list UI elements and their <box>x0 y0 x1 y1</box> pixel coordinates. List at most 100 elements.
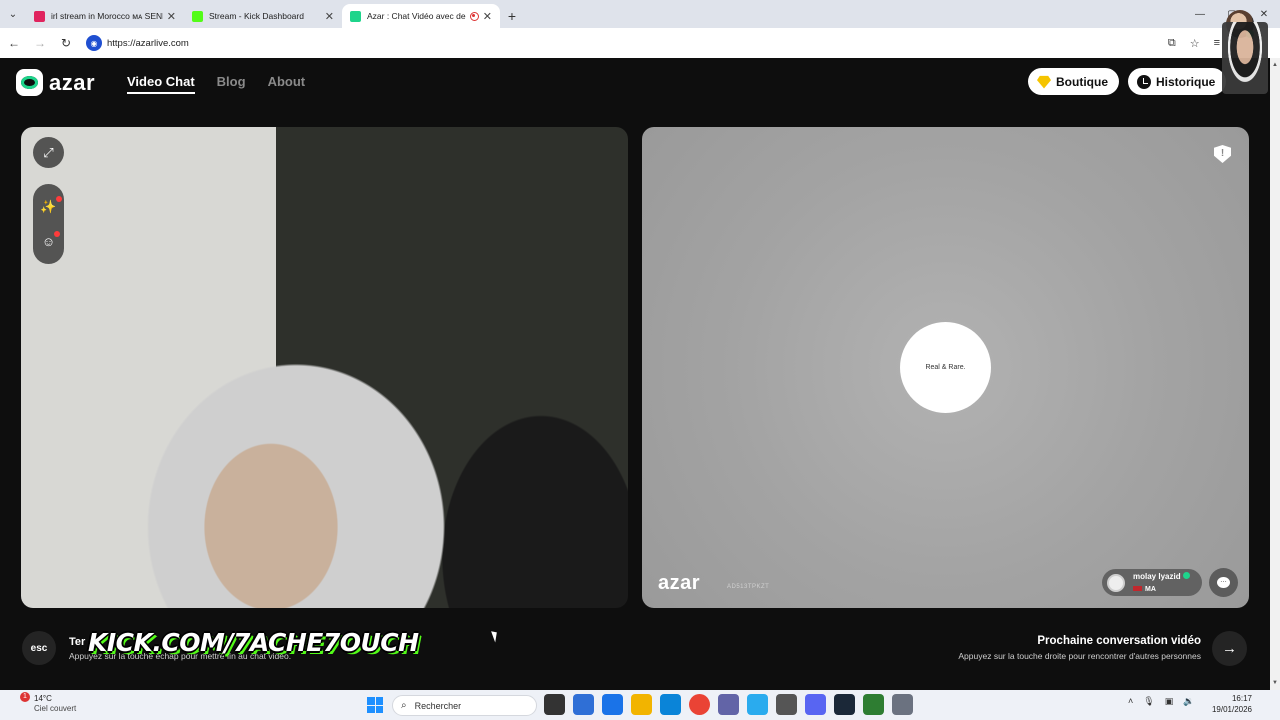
weather-widget[interactable]: 1 14°C Ciel couvert <box>20 692 77 714</box>
network-icon[interactable]: ▣ <box>1165 696 1174 707</box>
pinned-app-icon[interactable] <box>544 694 565 715</box>
forward-button[interactable]: → <box>28 36 52 50</box>
partner-avatar <box>1107 573 1125 592</box>
tab-close-icon[interactable]: ✕ <box>483 10 492 23</box>
azar-favicon-icon <box>350 10 361 22</box>
taskbar-clock[interactable]: 16:17 19/01/2026 <box>1208 693 1252 715</box>
tray-overflow-icon[interactable]: ˄ <box>1128 696 1133 707</box>
loader-text: Real & Rare. <box>925 364 966 371</box>
pinned-app-icon[interactable] <box>776 694 797 715</box>
pinned-app-icon[interactable] <box>892 694 913 715</box>
pinned-app-icon[interactable] <box>573 694 594 715</box>
reading-list-icon[interactable]: ≡ <box>1214 37 1220 49</box>
pinned-app-icon[interactable] <box>631 694 652 715</box>
tab-kick-dashboard[interactable]: Stream - Kick Dashboard ✕ <box>184 4 342 28</box>
windows-taskbar: 1 14°C Ciel couvert ⌕ Rechercher ˄ 🎙 ▣ 🔉… <box>0 690 1280 720</box>
tab-search-button[interactable]: ⌄ <box>0 0 26 28</box>
end-chat-title: Ter <box>69 636 86 648</box>
fullscreen-button[interactable]: ⤢ <box>33 137 64 168</box>
azar-logo-icon <box>16 69 43 96</box>
gem-icon <box>1037 75 1051 89</box>
url-field[interactable]: ◉ https://azarlive.com <box>86 35 189 51</box>
next-chat-title: Prochaine conversation vidéo <box>1037 635 1201 647</box>
tab-title: Azar : Chat Vidéo avec de n <box>367 11 466 21</box>
pinned-app-icon[interactable] <box>805 694 826 715</box>
bookmark-star-icon[interactable]: ☆ <box>1190 37 1200 50</box>
pinned-app-icon[interactable] <box>834 694 855 715</box>
historique-label: Historique <box>1156 74 1216 89</box>
weather-description: Ciel couvert <box>34 704 77 713</box>
scroll-down-icon[interactable]: ▼ <box>1270 678 1280 688</box>
site-info-icon[interactable]: ◉ <box>86 35 102 51</box>
boutique-button[interactable]: Boutique <box>1028 68 1119 95</box>
tab-close-icon[interactable]: ✕ <box>167 10 176 23</box>
matching-loader: Real & Rare. <box>900 322 991 413</box>
chat-bubble-icon: … <box>1217 577 1230 588</box>
microphone-icon[interactable]: 🎙 <box>1143 696 1154 707</box>
address-bar-actions: ⧉ ☆ ≡ <box>1168 28 1220 58</box>
azar-header: azar Video Chat Blog About Boutique Hist… <box>0 58 1270 108</box>
tab-title: irl stream in Morocco ᴍᴀ SENE <box>51 11 163 21</box>
back-button[interactable]: ← <box>2 36 26 50</box>
recording-icon <box>469 11 479 21</box>
historique-button[interactable]: Historique <box>1128 68 1227 95</box>
windows-start-icon[interactable] <box>367 697 383 713</box>
mouse-cursor-icon <box>491 629 500 643</box>
pinned-app-icon[interactable] <box>660 694 681 715</box>
browser-tab-bar: ⌄ irl stream in Morocco ᴍᴀ SENE ✕ Stream… <box>0 0 1280 28</box>
next-chat-button[interactable]: → <box>1212 631 1247 666</box>
nav-video-chat[interactable]: Video Chat <box>127 74 195 94</box>
tab-irl-stream[interactable]: irl stream in Morocco ᴍᴀ SENE ✕ <box>26 4 184 28</box>
remote-azar-watermark: azar <box>658 572 701 594</box>
kick-favicon-icon <box>192 10 203 22</box>
logo-text: azar <box>49 69 96 95</box>
nav-blog[interactable]: Blog <box>217 74 246 94</box>
partner-info: molay lyazid MA <box>1133 570 1190 595</box>
open-chat-button[interactable]: … <box>1209 568 1238 597</box>
partner-profile-chip[interactable]: molay lyazid MA <box>1102 569 1202 596</box>
new-tab-button[interactable]: + <box>500 4 524 28</box>
pinned-apps <box>544 694 913 715</box>
sticker-icon[interactable]: ☺ <box>42 230 61 249</box>
install-app-icon[interactable]: ⧉ <box>1168 37 1176 50</box>
taskbar-search[interactable]: ⌕ Rechercher <box>392 695 537 716</box>
expand-icon: ⤢ <box>43 144 54 160</box>
search-icon: ⌕ <box>401 700 407 711</box>
end-chat-button[interactable]: esc <box>22 631 56 665</box>
next-chat-hint: Appuyez sur la touche droite pour rencon… <box>958 651 1201 661</box>
local-video-toolbar: ⤢ ✨ ☺ <box>33 137 64 264</box>
effects-group: ✨ ☺ <box>33 184 64 264</box>
pinned-app-icon[interactable] <box>747 694 768 715</box>
nav-about[interactable]: About <box>268 74 306 94</box>
search-placeholder: Rechercher <box>414 700 462 711</box>
clock-time: 16:17 <box>1231 694 1252 703</box>
tab-close-icon[interactable]: ✕ <box>325 10 334 23</box>
scroll-up-icon[interactable]: ▲ <box>1270 60 1280 70</box>
clock-icon <box>1137 74 1151 89</box>
local-video-feed <box>21 127 628 608</box>
url-text: https://azarlive.com <box>107 37 189 49</box>
pinned-app-icon[interactable] <box>863 694 884 715</box>
magic-wand-icon[interactable]: ✨ <box>40 196 62 215</box>
pinned-app-icon[interactable] <box>689 694 710 715</box>
pinned-app-icon[interactable] <box>718 694 739 715</box>
volume-icon[interactable]: 🔉 <box>1183 696 1194 707</box>
address-bar: ← → ↻ ◉ https://azarlive.com ⧉ ☆ ≡ <box>0 28 1280 58</box>
temperature: 14°C <box>34 694 52 703</box>
page-scrollbar[interactable]: ▲ ▼ <box>1270 58 1280 690</box>
clock-date: 19/01/2026 <box>1211 705 1252 714</box>
youtube-favicon-icon <box>34 10 45 22</box>
pinned-app-icon[interactable] <box>602 694 623 715</box>
session-code: AD513TPKZT <box>727 584 770 590</box>
main-nav: Video Chat Blog About <box>127 74 305 94</box>
minimize-button[interactable]: — <box>1184 0 1216 28</box>
boutique-label: Boutique <box>1056 74 1108 89</box>
kick-channel-overlay: KICK.COM/7ACHE7OUCH <box>88 628 419 657</box>
notification-badge: 1 <box>20 692 30 702</box>
reload-button[interactable]: ↻ <box>54 36 78 50</box>
tab-azar[interactable]: Azar : Chat Vidéo avec de n ✕ <box>342 4 500 28</box>
morocco-flag-icon <box>1133 586 1142 591</box>
streamer-webcam-overlay <box>1222 22 1268 94</box>
azar-logo[interactable]: azar <box>16 69 95 96</box>
tab-title: Stream - Kick Dashboard <box>209 11 304 21</box>
